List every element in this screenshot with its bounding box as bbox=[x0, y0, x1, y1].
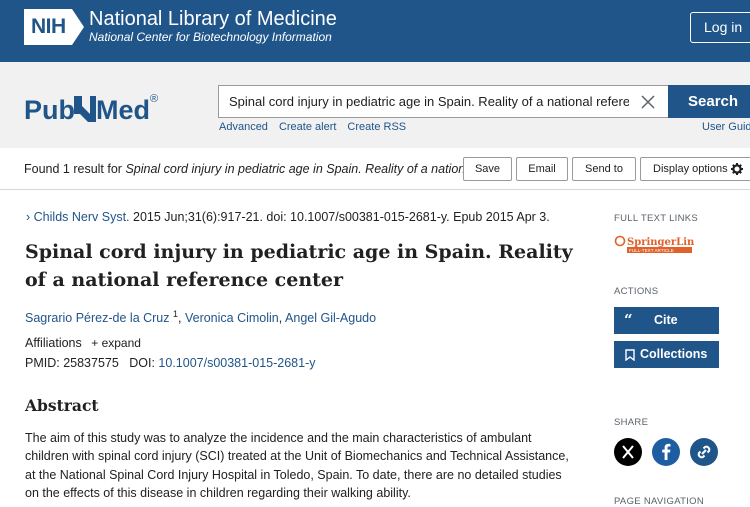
results-query: Spinal cord injury in pediatric age in S… bbox=[125, 162, 483, 176]
bookmark-icon bbox=[625, 349, 635, 361]
create-rss-link[interactable]: Create RSS bbox=[347, 121, 406, 133]
login-button[interactable]: Log in bbox=[690, 12, 750, 43]
share-heading: SHARE bbox=[614, 417, 649, 428]
display-options-label: Display options bbox=[653, 163, 728, 175]
page-navigation-heading: PAGE NAVIGATION bbox=[614, 496, 705, 507]
full-text-links-heading: FULL TEXT LINKS bbox=[614, 213, 699, 224]
send-to-button[interactable]: Send to bbox=[572, 157, 636, 181]
journal-citation: › Childs Nerv Syst. 2015 Jun;31(6):917-2… bbox=[26, 210, 550, 224]
display-options-button[interactable]: Display options bbox=[640, 157, 750, 181]
x-share-button[interactable] bbox=[614, 438, 642, 466]
author-list: Sagrario Pérez-de la Cruz 1, Veronica Ci… bbox=[25, 309, 377, 326]
facebook-icon bbox=[662, 443, 671, 460]
collections-button[interactable]: Collections bbox=[614, 341, 719, 368]
doi-link[interactable]: 10.1007/s00381-015-2681-y bbox=[158, 356, 315, 370]
create-alert-link[interactable]: Create alert bbox=[279, 121, 336, 133]
citation-details: 2015 Jun;31(6):917-21. doi: 10.1007/s003… bbox=[129, 210, 550, 224]
nih-header: NIH National Library of Medicine Nationa… bbox=[0, 0, 750, 62]
results-bar: Found 1 result for Spinal cord injury in… bbox=[0, 148, 750, 190]
org-name[interactable]: National Library of Medicine bbox=[89, 8, 337, 30]
cite-label: Cite bbox=[654, 313, 678, 327]
email-button[interactable]: Email bbox=[516, 157, 568, 181]
gear-icon bbox=[731, 163, 743, 175]
nih-logo[interactable]: NIH bbox=[24, 9, 84, 45]
user-guide-link[interactable]: User Guid bbox=[702, 121, 750, 133]
clear-icon[interactable] bbox=[639, 93, 657, 111]
pubmed-logo-med: Med bbox=[96, 95, 150, 125]
search-box bbox=[218, 85, 668, 118]
facebook-share-button[interactable] bbox=[652, 438, 680, 466]
copy-link-button[interactable] bbox=[690, 438, 718, 466]
pubmed-logo-mark-icon bbox=[74, 96, 96, 122]
advanced-search-link[interactable]: Advanced bbox=[219, 121, 268, 133]
search-links: Advanced Create alert Create RSS bbox=[219, 121, 406, 133]
pubmed-logo-reg: ® bbox=[150, 93, 158, 105]
springer-horse-icon bbox=[614, 235, 626, 247]
expand-affiliations-button[interactable]: + expand bbox=[91, 336, 141, 350]
search-area: Pub Med ® Search Advanced Create alert C… bbox=[0, 62, 750, 148]
link-icon bbox=[697, 445, 711, 459]
abstract-heading: Abstract bbox=[25, 396, 99, 415]
pubmed-logo[interactable]: Pub Med ® bbox=[24, 84, 164, 130]
org-subtitle: National Center for Biotechnology Inform… bbox=[89, 30, 332, 44]
springer-name: SpringerLink bbox=[627, 237, 694, 248]
journal-link[interactable]: Childs Nerv Syst. bbox=[34, 210, 130, 224]
x-icon bbox=[622, 445, 634, 459]
collections-label: Collections bbox=[640, 347, 708, 361]
results-prefix: Found 1 result for bbox=[24, 162, 126, 176]
springer-tag: FULL-TEXT ARTICLE bbox=[629, 248, 674, 253]
save-button[interactable]: Save bbox=[463, 157, 512, 181]
actions-heading: ACTIONS bbox=[614, 286, 659, 297]
chevron-right-icon[interactable]: › bbox=[26, 210, 30, 224]
search-input[interactable] bbox=[229, 86, 629, 117]
cite-button[interactable]: “ Cite bbox=[614, 307, 719, 334]
nih-logo-text: NIH bbox=[24, 9, 72, 45]
author-link[interactable]: Sagrario Pérez-de la Cruz bbox=[25, 311, 170, 325]
search-button[interactable]: Search bbox=[668, 85, 750, 118]
springerlink-logo[interactable]: SpringerLink FULL-TEXT ARTICLE bbox=[614, 234, 694, 254]
pmid-label: PMID: bbox=[25, 356, 64, 370]
nih-logo-arrow-icon bbox=[71, 9, 84, 45]
quote-icon: “ bbox=[624, 311, 633, 329]
affiliations-label: Affiliations bbox=[25, 336, 82, 350]
abstract-text: The aim of this study was to analyze the… bbox=[25, 431, 569, 500]
doi-label: DOI: bbox=[129, 356, 159, 370]
results-summary: Found 1 result for Spinal cord injury in… bbox=[24, 162, 483, 176]
pubmed-logo-pub: Pub bbox=[24, 95, 75, 125]
article-title: Spinal cord injury in pediatric age in S… bbox=[25, 241, 573, 291]
affiliations-row: Affiliations + expand bbox=[25, 336, 141, 350]
article-identifiers: PMID: 25837575 DOI: 10.1007/s00381-015-2… bbox=[25, 356, 316, 370]
author-link[interactable]: Veronica Cimolin bbox=[185, 311, 279, 325]
pmid-value: 25837575 bbox=[63, 356, 119, 370]
author-link[interactable]: Angel Gil-Agudo bbox=[285, 311, 376, 325]
